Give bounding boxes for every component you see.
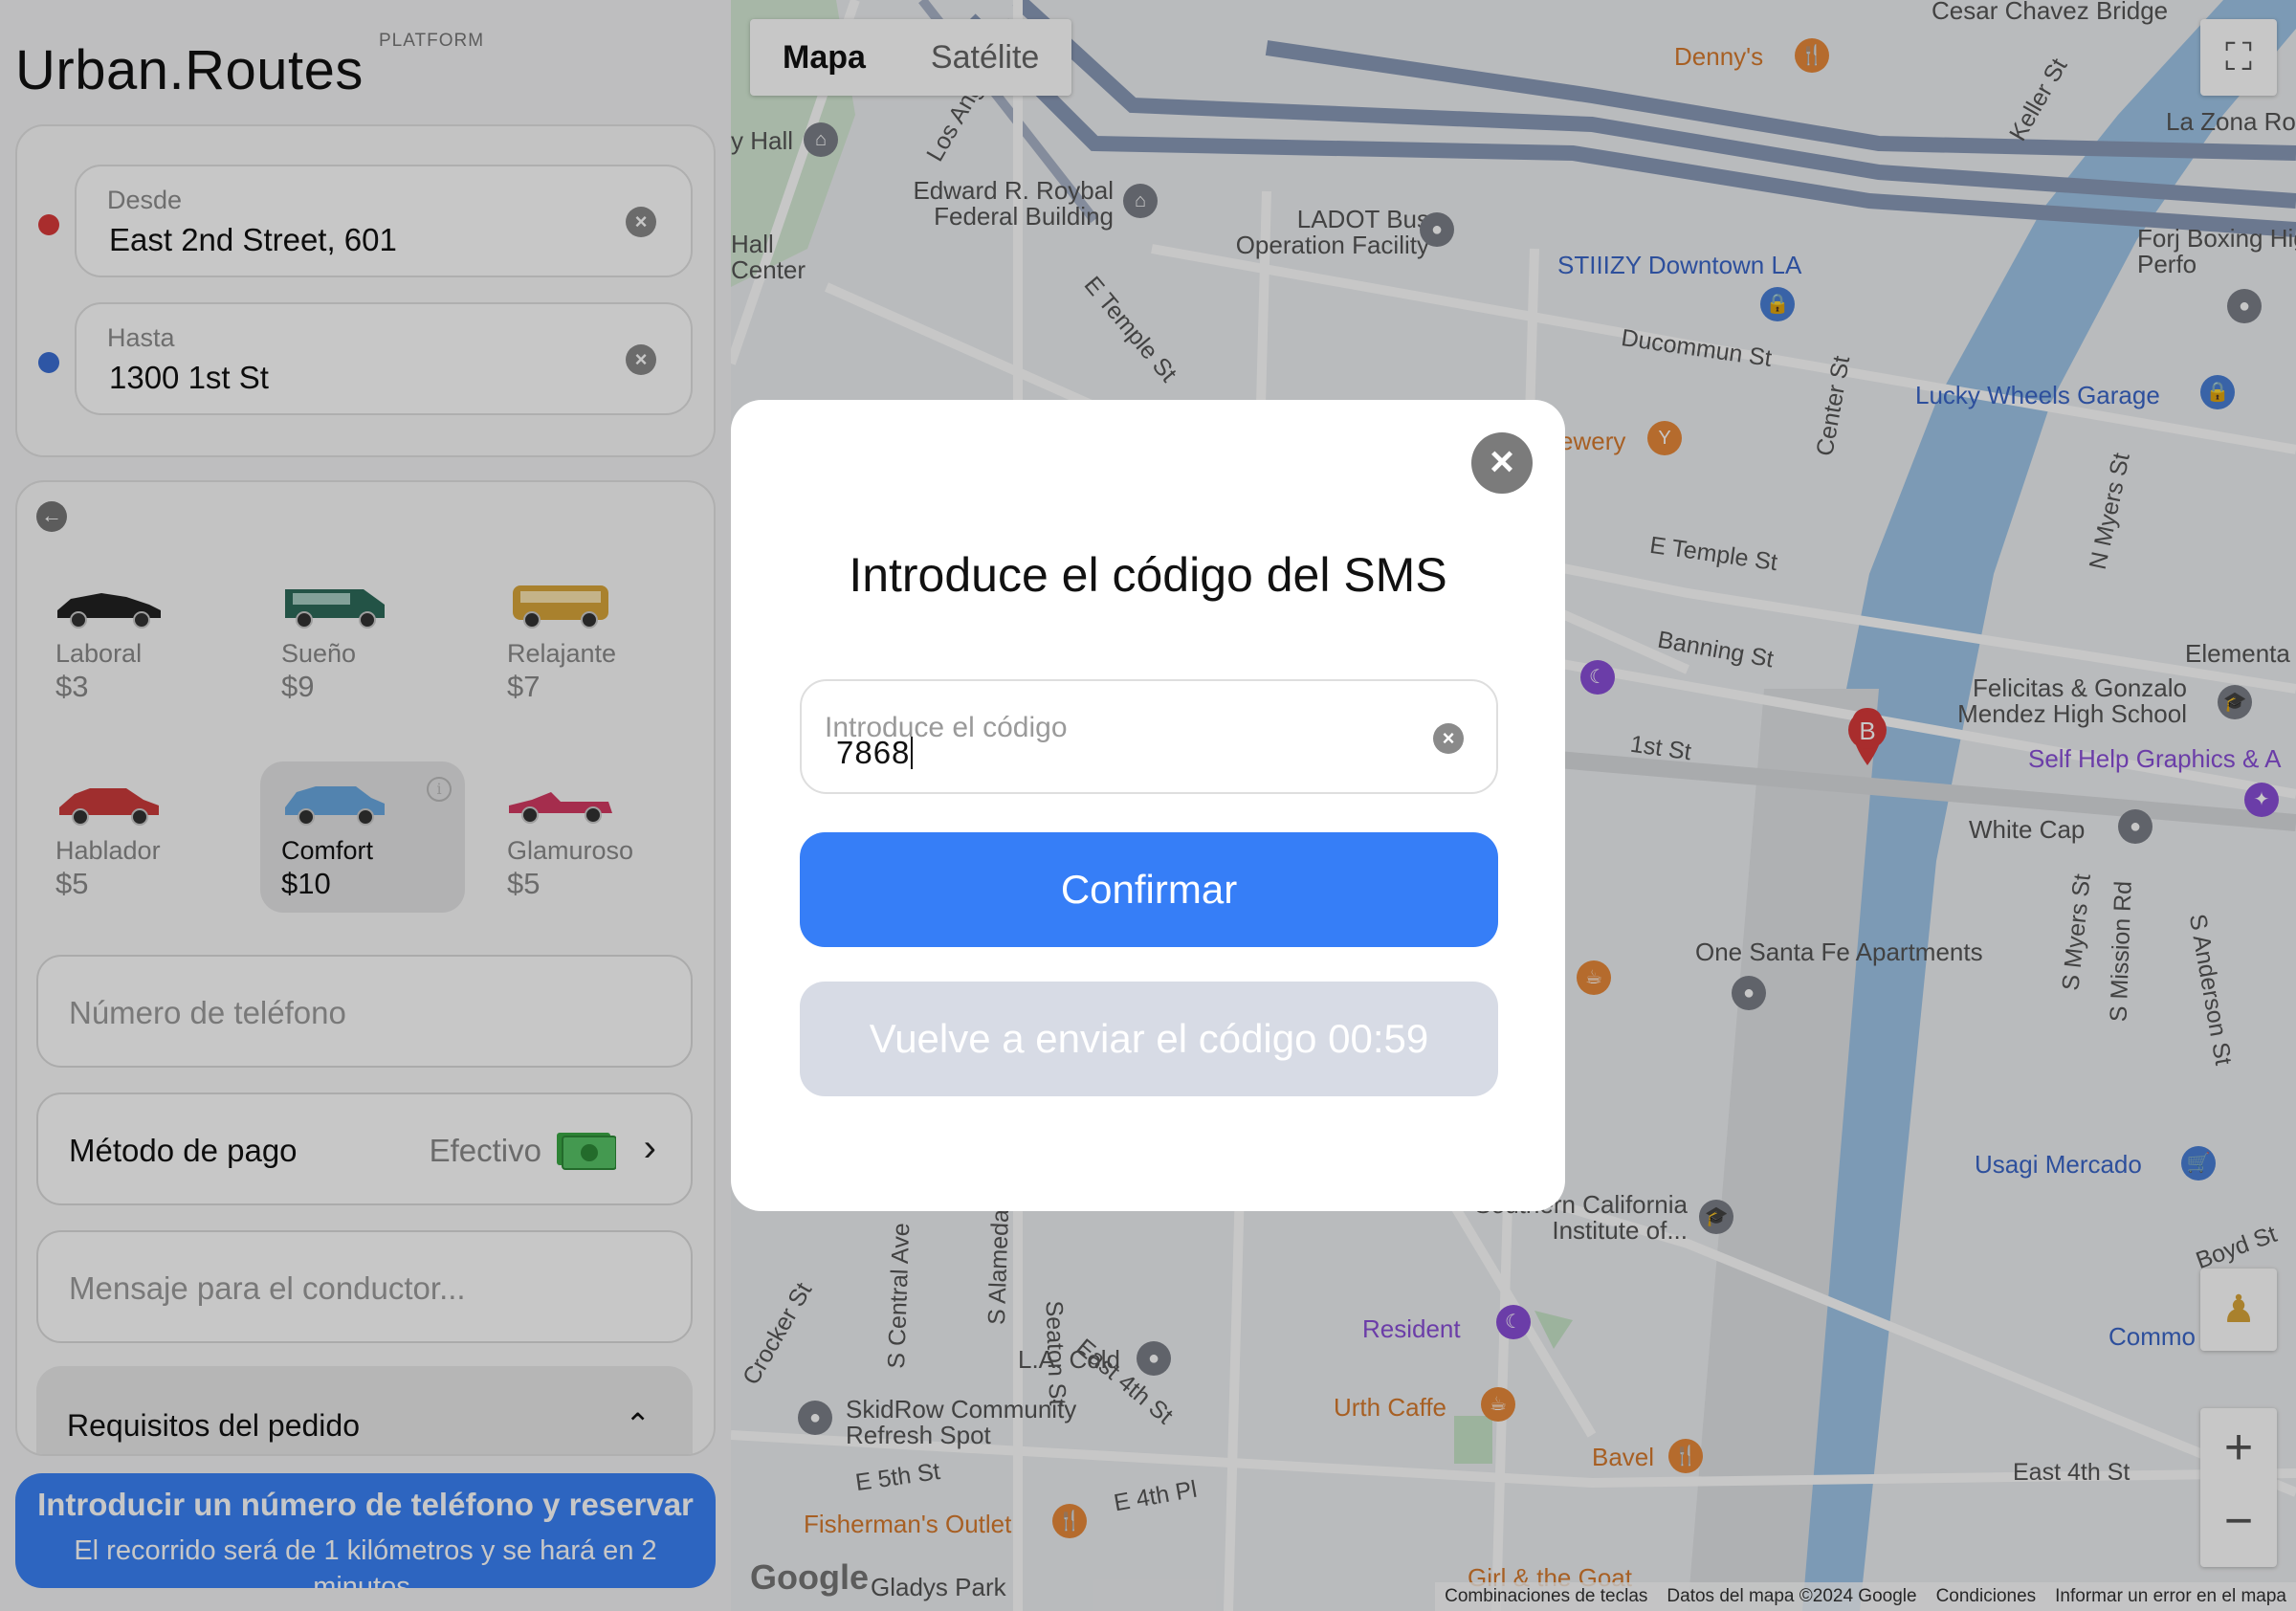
confirm-button[interactable]: Confirmar bbox=[800, 832, 1498, 947]
sms-code-input[interactable]: Introduce el código 7868 × bbox=[800, 679, 1498, 794]
text-caret bbox=[911, 737, 914, 769]
modal-title: Introduce el código del SMS bbox=[849, 548, 1447, 602]
clear-code-icon[interactable]: × bbox=[1433, 723, 1464, 754]
resend-code-button[interactable]: Vuelve a enviar el código 00:59 bbox=[800, 982, 1498, 1096]
code-value: 7868 bbox=[836, 735, 911, 770]
close-icon[interactable]: × bbox=[1471, 432, 1533, 494]
sms-code-modal: × Introduce el código del SMS Introduce … bbox=[731, 400, 1565, 1211]
code-value-wrap[interactable]: 7868 bbox=[836, 735, 914, 771]
